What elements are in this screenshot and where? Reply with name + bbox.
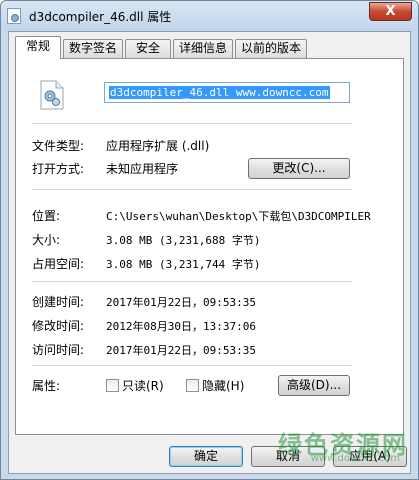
- open-with-label: 打开方式:: [32, 162, 85, 176]
- hidden-label[interactable]: 隐藏(H): [202, 377, 244, 394]
- accessed-value: 2017年01月22日，09:53:35: [106, 344, 256, 357]
- divider: [32, 281, 352, 282]
- attributes-label: 属性:: [32, 379, 61, 393]
- size-on-disk-value: 3.08 MB (3,231,744 字节): [106, 258, 261, 271]
- advanced-button[interactable]: 高级(D)...: [278, 375, 350, 396]
- created-label: 创建时间:: [32, 295, 85, 309]
- window-title: d3dcompiler_46.dll 属性: [29, 10, 172, 24]
- divider: [32, 123, 352, 124]
- location-label: 位置:: [32, 209, 61, 223]
- title-bar[interactable]: d3dcompiler_46.dll 属性 X: [1, 1, 418, 31]
- change-button[interactable]: 更改(C)...: [248, 158, 350, 179]
- open-with-value: 未知应用程序: [106, 162, 179, 176]
- dll-gear-icon: [40, 80, 64, 110]
- location-value: C:\Users\wuhan\Desktop\下载包\D3DCOMPILER: [106, 210, 371, 223]
- divider: [32, 365, 352, 366]
- tab-general[interactable]: 常规: [15, 36, 61, 59]
- size-value: 3.08 MB (3,231,688 字节): [106, 234, 261, 247]
- tab-security[interactable]: 安全: [125, 39, 171, 58]
- file-type-value: 应用程序扩展 (.dll): [106, 139, 210, 153]
- close-button[interactable]: X: [369, 2, 412, 21]
- tab-digital-signatures[interactable]: 数字签名: [63, 39, 123, 58]
- file-name-value: d3dcompiler_46.dll www.downcc.com: [109, 86, 330, 99]
- file-type-label: 文件类型:: [32, 139, 85, 153]
- divider: [32, 189, 352, 190]
- properties-window: d3dcompiler_46.dll 属性 X 常规 数字签名 安全 详细信息 …: [0, 0, 419, 480]
- modified-value: 2012年08月30日，13:37:06: [106, 320, 256, 333]
- tab-previous-versions[interactable]: 以前的版本: [235, 39, 307, 58]
- accessed-label: 访问时间:: [32, 343, 85, 357]
- ok-button[interactable]: 确定: [169, 446, 243, 467]
- created-value: 2017年01月22日，09:53:35: [106, 296, 256, 309]
- file-name-field[interactable]: d3dcompiler_46.dll www.downcc.com: [104, 82, 350, 103]
- tab-details[interactable]: 详细信息: [173, 39, 233, 58]
- dialog-client-area: 常规 数字签名 安全 详细信息 以前的版本 d3dcompiler_46.dll…: [8, 31, 411, 474]
- readonly-label[interactable]: 只读(R): [122, 377, 164, 394]
- readonly-checkbox[interactable]: [106, 379, 119, 392]
- site-watermark-url: www.downcc.com: [310, 453, 400, 464]
- general-tab-panel: d3dcompiler_46.dll www.downcc.com 文件类型: …: [15, 58, 404, 435]
- size-on-disk-label: 占用空间:: [32, 257, 85, 271]
- hidden-checkbox[interactable]: [186, 379, 199, 392]
- size-label: 大小:: [32, 233, 61, 247]
- dll-file-icon: [7, 8, 21, 24]
- modified-label: 修改时间:: [32, 319, 85, 333]
